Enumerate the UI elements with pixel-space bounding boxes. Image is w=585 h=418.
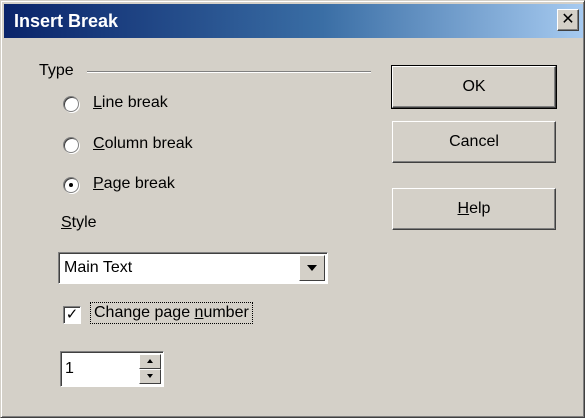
checkmark-icon: ✓ (65, 306, 79, 323)
radio-dot-icon (69, 183, 73, 187)
change-page-number-checkbox[interactable]: ✓ (63, 306, 81, 324)
dialog-title: Insert Break (14, 11, 119, 31)
spin-down-button[interactable] (139, 369, 161, 384)
arrow-down-icon (147, 374, 153, 378)
style-dropdown[interactable]: Main Text (58, 252, 328, 284)
spin-up-button[interactable] (139, 354, 161, 369)
chevron-down-icon (307, 265, 317, 271)
radio-circle-icon[interactable] (63, 137, 79, 153)
close-button[interactable]: ✕ (557, 9, 579, 31)
radio-selected-icon[interactable] (63, 177, 79, 193)
cancel-button[interactable]: Cancel (392, 121, 556, 163)
insert-break-dialog: Insert Break ✕ Type Line break Column br… (0, 0, 585, 418)
change-page-number-label[interactable]: Change page number (90, 302, 253, 324)
page-number-spinbox[interactable]: 1 (60, 351, 164, 387)
close-icon: ✕ (561, 11, 575, 28)
radio-circle-icon[interactable] (63, 96, 79, 112)
page-number-value[interactable]: 1 (65, 360, 74, 378)
ok-button[interactable]: OK (391, 65, 557, 109)
line-break-label: Line break (93, 94, 168, 111)
style-dropdown-button[interactable] (299, 255, 325, 281)
style-selected-value: Main Text (64, 259, 133, 276)
help-button[interactable]: Help (392, 188, 556, 230)
type-group-label: Type (39, 62, 74, 79)
page-break-label: Page break (93, 175, 175, 192)
style-label: Style (61, 214, 97, 231)
column-break-label: Column break (93, 135, 193, 152)
title-bar[interactable]: Insert Break ✕ (4, 4, 583, 38)
type-group-divider (87, 71, 371, 73)
arrow-up-icon (147, 359, 153, 363)
